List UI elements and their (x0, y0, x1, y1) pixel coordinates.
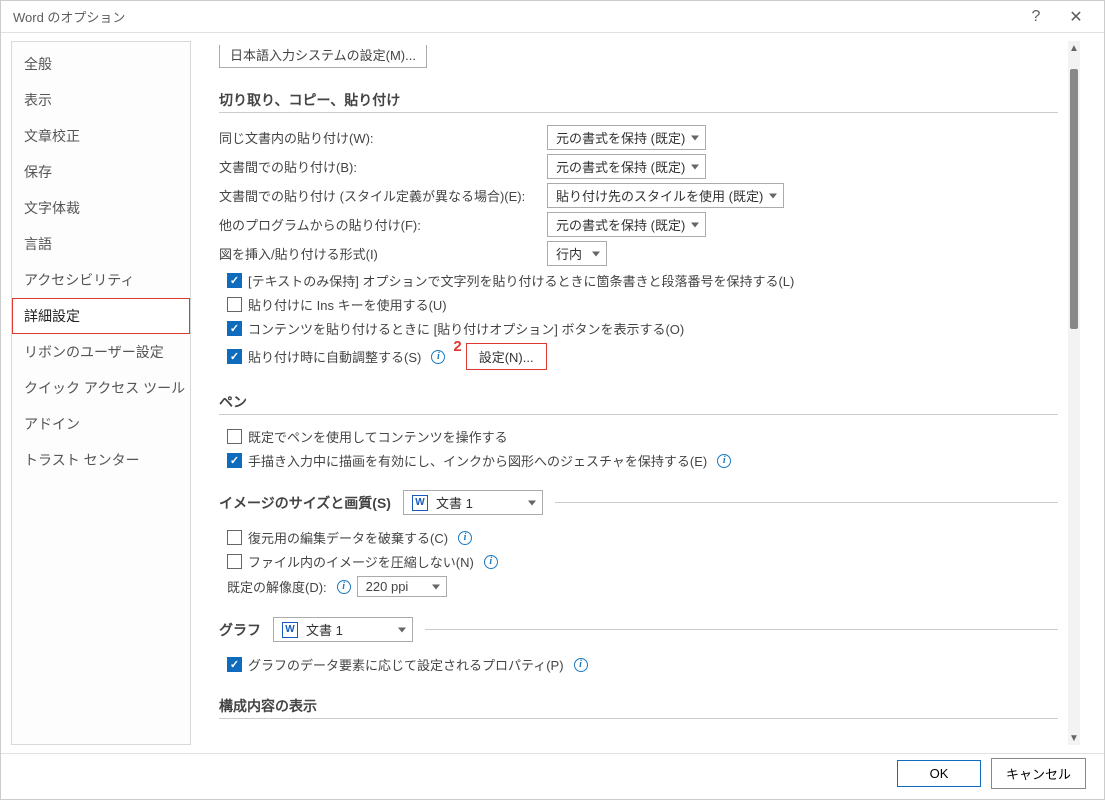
paste-same-doc-label: 同じ文書内の貼り付け(W): (219, 128, 539, 147)
keep-bullets-checkbox[interactable] (227, 273, 242, 288)
smart-cutpaste-label: 貼り付け時に自動調整する(S) (248, 347, 421, 366)
titlebar: Word のオプション ? ✕ (1, 1, 1104, 33)
sidebar: 全般 表示 文章校正 保存 文字体裁 言語 アクセシビリティ 詳細設定 リボンの… (11, 41, 191, 745)
section-cutcopy: 切り取り、コピー、貼り付け (219, 90, 1058, 110)
paste-diffstyle-dropdown[interactable]: 貼り付け先のスタイルを使用 (既定) (547, 183, 784, 208)
image-doc-dropdown[interactable]: W 文書 1 (403, 490, 543, 515)
cancel-button[interactable]: キャンセル (991, 758, 1086, 789)
show-paste-options-checkbox[interactable] (227, 321, 242, 336)
ime-settings-button[interactable]: 日本語入力システムの設定(M)... (219, 45, 427, 68)
paste-between-docs-dropdown[interactable]: 元の書式を保持 (既定) (547, 154, 706, 179)
sidebar-item-addins[interactable]: アドイン (12, 406, 190, 442)
info-icon[interactable]: i (484, 555, 498, 569)
sidebar-item-general[interactable]: 全般 (12, 46, 190, 82)
show-paste-options-label: コンテンツを貼り付けるときに [貼り付けオプション] ボタンを表示する(O) (248, 319, 684, 338)
window-title: Word のオプション (13, 7, 1016, 26)
insert-picture-label: 図を挿入/貼り付ける形式(I) (219, 244, 539, 263)
sidebar-item-advanced[interactable]: 詳細設定 (12, 298, 190, 334)
sidebar-item-typography[interactable]: 文字体裁 (12, 190, 190, 226)
ok-button[interactable]: OK (897, 760, 981, 787)
scroll-up-icon[interactable]: ▲ (1068, 41, 1080, 55)
sidebar-item-display[interactable]: 表示 (12, 82, 190, 118)
sidebar-item-language[interactable]: 言語 (12, 226, 190, 262)
graph-properties-label: グラフのデータ要素に応じて設定されるプロパティ(P) (248, 655, 564, 674)
smart-cutpaste-checkbox[interactable] (227, 349, 242, 364)
resolution-label: 既定の解像度(D): (227, 577, 327, 596)
sidebar-item-qat[interactable]: クイック アクセス ツール バー (12, 370, 190, 406)
paste-diffstyle-label: 文書間での貼り付け (スタイル定義が異なる場合)(E): (219, 186, 539, 205)
pen-default-label: 既定でペンを使用してコンテンツを操作する (248, 427, 508, 446)
discard-editdata-label: 復元用の編集データを破棄する(C) (248, 528, 448, 547)
scrollbar-thumb[interactable] (1070, 69, 1078, 329)
scroll-down-icon[interactable]: ▼ (1068, 731, 1080, 745)
info-icon[interactable]: i (431, 350, 445, 364)
no-compress-checkbox[interactable] (227, 554, 242, 569)
vertical-scrollbar[interactable]: ▲ ▼ (1068, 41, 1080, 745)
info-icon[interactable]: i (574, 658, 588, 672)
graph-properties-checkbox[interactable] (227, 657, 242, 672)
info-icon[interactable]: i (717, 454, 731, 468)
graph-doc-dropdown[interactable]: W 文書 1 (273, 617, 413, 642)
paste-otherprog-dropdown[interactable]: 元の書式を保持 (既定) (547, 212, 706, 237)
smart-settings-button[interactable]: 設定(N)... (466, 343, 547, 370)
ink-gesture-label: 手描き入力中に描画を有効にし、インクから図形へのジェスチャを保持する(E) (248, 451, 707, 470)
insert-picture-dropdown[interactable]: 行内 (547, 241, 607, 266)
paste-between-docs-label: 文書間での貼り付け(B): (219, 157, 539, 176)
discard-editdata-checkbox[interactable] (227, 530, 242, 545)
help-button[interactable]: ? (1016, 1, 1056, 33)
pen-default-checkbox[interactable] (227, 429, 242, 444)
close-icon[interactable]: ✕ (1056, 1, 1096, 33)
info-icon[interactable]: i (337, 580, 351, 594)
sidebar-item-proofing[interactable]: 文章校正 (12, 118, 190, 154)
use-ins-checkbox[interactable] (227, 297, 242, 312)
paste-otherprog-label: 他のプログラムからの貼り付け(F): (219, 215, 539, 234)
info-icon[interactable]: i (458, 531, 472, 545)
footer: OK キャンセル (1, 753, 1104, 793)
sidebar-item-ribbon[interactable]: リボンのユーザー設定 (12, 334, 190, 370)
resolution-dropdown[interactable]: 220 ppi (357, 576, 447, 597)
word-icon: W (282, 622, 298, 638)
use-ins-label: 貼り付けに Ins キーを使用する(U) (248, 295, 447, 314)
section-display-content: 構成内容の表示 (219, 696, 1058, 716)
ink-gesture-checkbox[interactable] (227, 453, 242, 468)
section-graph: グラフ (219, 620, 261, 640)
keep-bullets-label: [テキストのみ保持] オプションで文字列を貼り付けるときに箇条書きと段落番号を保… (248, 271, 794, 290)
paste-same-doc-dropdown[interactable]: 元の書式を保持 (既定) (547, 125, 706, 150)
no-compress-label: ファイル内のイメージを圧縮しない(N) (248, 552, 474, 571)
sidebar-item-save[interactable]: 保存 (12, 154, 190, 190)
section-pen: ペン (219, 392, 1058, 412)
section-image: イメージのサイズと画質(S) (219, 493, 391, 513)
callout-2: 2 (453, 338, 461, 355)
sidebar-item-trustcenter[interactable]: トラスト センター (12, 442, 190, 478)
content-pane: 日本語入力システムの設定(M)... 切り取り、コピー、貼り付け 同じ文書内の貼… (199, 41, 1068, 745)
word-icon: W (412, 495, 428, 511)
sidebar-item-accessibility[interactable]: アクセシビリティ (12, 262, 190, 298)
